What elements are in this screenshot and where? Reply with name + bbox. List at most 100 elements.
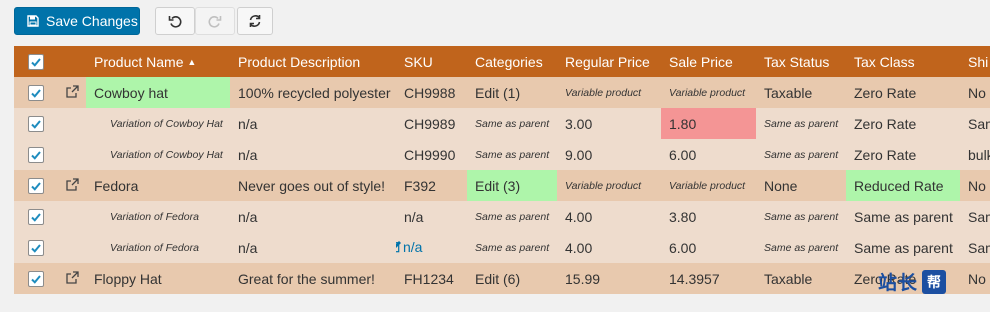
cell-categories: Same as parent bbox=[475, 117, 550, 130]
empty-link-cell bbox=[58, 201, 86, 232]
checkmark-icon bbox=[31, 88, 41, 98]
cell-tax-class[interactable]: Zero Rate bbox=[846, 139, 960, 170]
cell-shipping[interactable]: No s bbox=[960, 263, 990, 294]
row-checkbox[interactable] bbox=[28, 84, 44, 101]
cell-product-description[interactable]: Never goes out of style! bbox=[230, 170, 396, 201]
header-sale-price[interactable]: Sale Price bbox=[661, 46, 756, 77]
refresh-button[interactable] bbox=[237, 7, 273, 35]
header-link-col bbox=[58, 46, 86, 77]
row-select-cell bbox=[14, 232, 58, 263]
cell-tax-class[interactable]: Same as parent bbox=[846, 232, 960, 263]
open-product-link[interactable] bbox=[58, 263, 86, 294]
checkmark-icon bbox=[31, 212, 41, 222]
cell-sku[interactable]: FH1234 bbox=[396, 263, 467, 294]
cell-tax-status[interactable]: Taxable bbox=[756, 77, 846, 108]
cell-tax-class[interactable]: Zero Rate bbox=[846, 108, 960, 139]
redo-icon bbox=[208, 16, 222, 28]
header-sku[interactable]: SKU bbox=[396, 46, 467, 77]
header-tax-class[interactable]: Tax Class bbox=[846, 46, 960, 77]
watermark-text: 站长 bbox=[878, 273, 919, 294]
cell-sku[interactable]: CH9989 bbox=[396, 108, 467, 139]
cell-tax-status[interactable]: Taxable bbox=[756, 263, 846, 294]
row-checkbox[interactable] bbox=[28, 146, 44, 163]
cell-sku[interactable]: n/a bbox=[396, 232, 467, 263]
cell-regular-price[interactable]: 3.00 bbox=[557, 108, 661, 139]
redo-button[interactable] bbox=[195, 7, 235, 35]
cell-regular-price[interactable]: 9.00 bbox=[557, 139, 661, 170]
header-tax-status[interactable]: Tax Status bbox=[756, 46, 846, 77]
cell-sale-price[interactable]: 3.80 bbox=[661, 201, 756, 232]
row-checkbox[interactable] bbox=[28, 115, 44, 132]
empty-link-cell bbox=[58, 108, 86, 139]
cell-sku[interactable]: CH9990 bbox=[396, 139, 467, 170]
watermark-badge: 帮 bbox=[922, 269, 947, 294]
cell-categories[interactable]: Edit (1) bbox=[467, 77, 557, 108]
refresh-icon bbox=[249, 15, 261, 27]
cell-regular-price: Variable product bbox=[565, 179, 642, 192]
cell-shipping[interactable]: Sam bbox=[960, 232, 990, 263]
header-categories[interactable]: Categories bbox=[467, 46, 557, 77]
cell-regular-price[interactable]: 4.00 bbox=[557, 232, 661, 263]
cell-tax-class[interactable]: Reduced Rate bbox=[846, 170, 960, 201]
save-changes-button[interactable]: Save Changes bbox=[14, 7, 140, 35]
cell-sku[interactable]: F392 bbox=[396, 170, 467, 201]
sku-edit-link[interactable]: n/a bbox=[396, 239, 422, 255]
table-row: Variation of Fedora n/a n/a Same as pare… bbox=[14, 232, 990, 263]
empty-link-cell bbox=[58, 232, 86, 263]
cell-regular-price[interactable]: 15.99 bbox=[557, 263, 661, 294]
open-product-link[interactable] bbox=[58, 77, 86, 108]
header-product-name[interactable]: Product Name ▲ bbox=[86, 46, 230, 77]
select-all-checkbox[interactable] bbox=[28, 53, 44, 70]
cell-shipping[interactable]: bulk bbox=[960, 139, 990, 170]
cell-sale-price[interactable]: 14.3957 bbox=[661, 263, 756, 294]
row-select-cell bbox=[14, 170, 58, 201]
cell-tax-class[interactable]: Zero Rate bbox=[846, 77, 960, 108]
undo-button[interactable] bbox=[155, 7, 195, 35]
cell-product-name[interactable]: Floppy Hat bbox=[86, 263, 230, 294]
table-row: Floppy Hat Great for the summer! FH1234 … bbox=[14, 263, 990, 294]
cell-categories[interactable]: Edit (6) bbox=[467, 263, 557, 294]
cell-product-description[interactable]: Great for the summer! bbox=[230, 263, 396, 294]
checkmark-icon bbox=[31, 57, 41, 67]
row-checkbox[interactable] bbox=[28, 239, 44, 256]
cell-product-name: Variation of Cowboy Hat bbox=[110, 148, 223, 161]
header-regular-price[interactable]: Regular Price bbox=[557, 46, 661, 77]
cell-sku[interactable]: CH9988 bbox=[396, 77, 467, 108]
table-row: Cowboy hat 100% recycled polyester CH998… bbox=[14, 77, 990, 108]
header-shipping[interactable]: Shi bbox=[960, 46, 990, 77]
cell-shipping[interactable]: Sam bbox=[960, 108, 990, 139]
cell-product-description: n/a bbox=[238, 115, 258, 132]
cell-categories: Same as parent bbox=[475, 148, 550, 161]
table-row: Fedora Never goes out of style! F392 Edi… bbox=[14, 170, 990, 201]
row-select-cell bbox=[14, 201, 58, 232]
cell-shipping[interactable]: Sam bbox=[960, 201, 990, 232]
cell-product-description[interactable]: 100% recycled polyester bbox=[230, 77, 396, 108]
cell-tax-status[interactable]: None bbox=[756, 170, 846, 201]
cell-categories[interactable]: Edit (3) bbox=[467, 170, 557, 201]
cell-tax-status[interactable]: Same as parent bbox=[756, 108, 846, 139]
table-row: Variation of Fedora n/a n/a Same as pare… bbox=[14, 201, 990, 232]
cell-sale-price[interactable]: 1.80 bbox=[661, 108, 756, 139]
header-product-description[interactable]: Product Description bbox=[230, 46, 396, 77]
row-checkbox[interactable] bbox=[28, 208, 44, 225]
cell-tax-status[interactable]: Same as parent bbox=[756, 139, 846, 170]
cell-sku[interactable]: n/a bbox=[396, 201, 467, 232]
cell-regular-price[interactable]: 4.00 bbox=[557, 201, 661, 232]
cell-shipping[interactable]: No s bbox=[960, 77, 990, 108]
select-all-cell bbox=[14, 46, 58, 77]
cell-tax-status[interactable]: Same as parent bbox=[756, 201, 846, 232]
row-checkbox[interactable] bbox=[28, 270, 44, 287]
cell-sale-price[interactable]: 6.00 bbox=[661, 139, 756, 170]
external-link-icon bbox=[66, 270, 79, 284]
table-header-row: Product Name ▲ Product Description SKU C… bbox=[14, 46, 990, 77]
cell-shipping[interactable]: No s bbox=[960, 170, 990, 201]
row-select-cell bbox=[14, 263, 58, 294]
external-link-icon bbox=[66, 177, 79, 191]
cell-tax-status[interactable]: Same as parent bbox=[756, 232, 846, 263]
open-product-link[interactable] bbox=[58, 170, 86, 201]
cell-product-name[interactable]: Fedora bbox=[86, 170, 230, 201]
cell-product-name[interactable]: Cowboy hat bbox=[86, 77, 230, 108]
cell-sale-price[interactable]: 6.00 bbox=[661, 232, 756, 263]
row-checkbox[interactable] bbox=[28, 177, 44, 194]
cell-tax-class[interactable]: Same as parent bbox=[846, 201, 960, 232]
